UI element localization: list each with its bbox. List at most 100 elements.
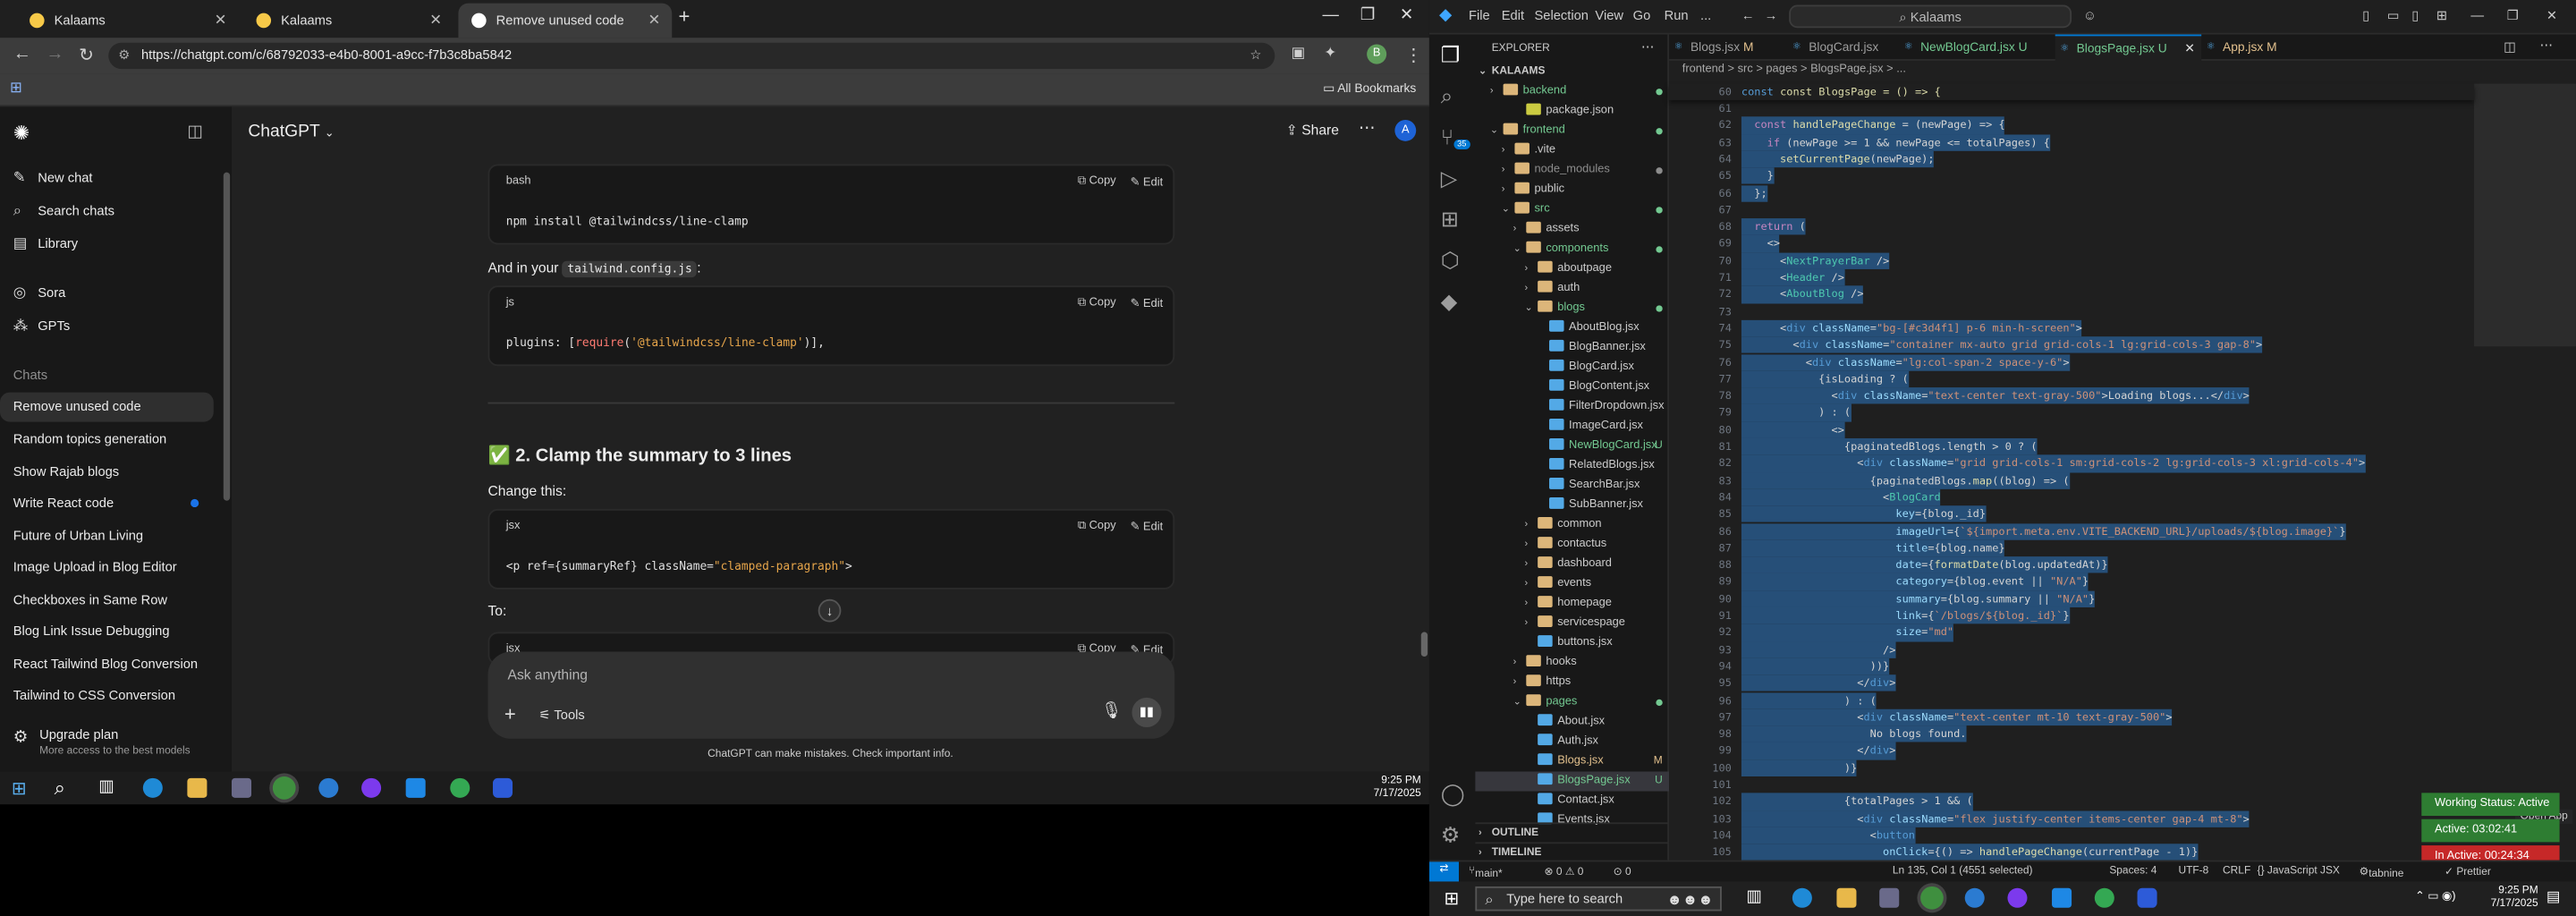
forward-icon[interactable]: → (46, 45, 64, 64)
tree-file[interactable]: RelatedBlogs.jsx (1475, 456, 1669, 476)
maximize-icon[interactable]: ❐ (1360, 6, 1375, 24)
app-icon[interactable] (318, 777, 339, 798)
tree-file[interactable]: Blogs.jsx M (1475, 751, 1669, 771)
user-avatar[interactable]: A (1394, 119, 1417, 141)
extensions-icon[interactable]: ⊞ (1441, 207, 1459, 233)
site-info-icon[interactable]: ⚙ (118, 43, 130, 69)
file-explorer-icon[interactable] (187, 777, 208, 798)
tree-folder[interactable]: › events (1475, 574, 1669, 594)
outline-section[interactable]: › OUTLINE (1475, 822, 1670, 842)
sidebar-item-library[interactable]: ▤ Library (13, 234, 78, 252)
toggle-sidebar-icon[interactable]: ◫ (187, 123, 202, 141)
browser-tab[interactable]: Kalaams ✕ (243, 4, 453, 38)
close-tab-icon[interactable]: ✕ (2184, 36, 2195, 62)
chat-item[interactable]: Checkboxes in Same Row (13, 592, 167, 607)
chat-item[interactable]: React Tailwind Blog Conversion (13, 657, 198, 672)
sidebar-item-search-chats[interactable]: ⌕ Search chats (13, 202, 114, 220)
tree-folder[interactable]: › https (1475, 673, 1669, 692)
chat-item[interactable]: Image Upload in Blog Editor (13, 560, 177, 575)
more-options-icon[interactable]: ⋯ (1359, 120, 1375, 138)
edit-button[interactable]: ✎ Edit (1131, 297, 1164, 310)
tree-file[interactable]: package.json (1475, 102, 1669, 122)
tree-file[interactable]: BlogsPage.jsx U (1475, 771, 1670, 792)
notifications-icon[interactable]: ▤ (2546, 888, 2561, 906)
tree-folder[interactable]: › backend (1475, 82, 1669, 102)
profile-avatar-icon[interactable]: B (1367, 44, 1387, 64)
model-selector[interactable]: ChatGPT ⌄ (248, 122, 334, 141)
upgrade-plan[interactable]: ⚙ Upgrade plan More access to the best m… (0, 717, 232, 772)
run-debug-icon[interactable]: ▷ (1441, 165, 1457, 191)
customize-layout-icon[interactable]: ⊞ (2436, 8, 2447, 23)
command-center-search[interactable]: ⌕ Kalaams (1789, 4, 2072, 29)
encoding[interactable]: UTF-8 (2178, 865, 2208, 877)
file-explorer-icon[interactable] (1836, 887, 1857, 908)
problems-indicator[interactable]: ⊗ 0 ⚠ 0 (1544, 865, 1583, 878)
chrome-icon[interactable] (450, 777, 470, 798)
new-tab-icon[interactable]: + (679, 5, 691, 29)
scroll-down-icon[interactable]: ↓ (818, 598, 842, 623)
main-scrollbar[interactable] (1420, 632, 1428, 657)
active-timer-pill[interactable]: Active: 03:02:41 (2421, 818, 2560, 843)
settings-gear-icon[interactable]: ⚙ (1441, 822, 1460, 848)
copy-button[interactable]: ⧉ Copy (1078, 297, 1116, 310)
tree-folder[interactable]: ⌄ blogs (1475, 299, 1669, 318)
tree-file[interactable]: NewBlogCard.jsx U (1475, 437, 1669, 456)
chat-item[interactable]: Future of Urban Living (13, 529, 143, 544)
extension-icon[interactable]: ▣ (1292, 45, 1306, 63)
close-tab-icon[interactable]: ✕ (215, 12, 227, 30)
back-icon[interactable]: ← (1741, 8, 1755, 23)
tree-file[interactable]: buttons.jsx (1475, 633, 1669, 653)
edit-button[interactable]: ✎ Edit (1131, 521, 1164, 534)
sidebar-item-gpts[interactable]: ⁂ GPTs (13, 317, 70, 335)
tabnine-indicator[interactable]: ⚙ tabnine (2360, 865, 2404, 880)
browser-tab[interactable]: Kalaams ✕ (16, 4, 238, 38)
more-actions-icon[interactable]: ⋯ (1641, 39, 1655, 55)
browser-tab-active[interactable]: Remove unused code ✕ (458, 3, 673, 38)
tree-folder[interactable]: ⌄ frontend (1475, 122, 1669, 141)
copy-button[interactable]: ⧉ Copy (1078, 521, 1116, 534)
tree-file[interactable]: Contact.jsx (1475, 792, 1669, 811)
tools-button[interactable]: ⚟ Tools (538, 708, 584, 723)
vscode-icon[interactable] (2052, 887, 2072, 908)
chat-item[interactable]: Blog Link Issue Debugging (13, 623, 170, 639)
chrome-icon[interactable] (2094, 887, 2114, 908)
tree-folder[interactable]: › hooks (1475, 653, 1669, 673)
remote-icon[interactable]: ⬡ (1441, 248, 1460, 274)
tree-folder[interactable]: ⌄ components (1475, 240, 1669, 259)
layout-panel-icon[interactable]: ▭ (2387, 8, 2400, 23)
openai-logo-icon[interactable]: ✺ (13, 122, 30, 145)
tree-folder[interactable]: ⌄ pages (1475, 692, 1669, 712)
more-actions-icon[interactable]: ⋯ (2540, 38, 2554, 53)
explorer-icon[interactable]: ❐ (1441, 43, 1460, 69)
task-view-icon[interactable]: ▥ (98, 778, 114, 796)
tree-folder[interactable]: ⌄ src (1475, 200, 1669, 220)
mongodb-icon[interactable]: ◆ (1441, 289, 1457, 315)
menu-selection[interactable]: Selection (1534, 8, 1588, 23)
clock[interactable]: 9:25 PM 7/17/2025 (1314, 775, 1421, 801)
browser-menu-icon[interactable]: ⋮ (1404, 45, 1422, 65)
taskbar-search-box[interactable]: ⌕ Type here to search ☻☻☻ (1475, 886, 1722, 912)
chat-item[interactable]: Random topics generation (13, 432, 167, 447)
tree-folder[interactable]: › public (1475, 181, 1669, 200)
branch-indicator[interactable]: ⑂ main* (1469, 865, 1503, 880)
tree-file[interactable]: Auth.jsx (1475, 732, 1669, 751)
tree-folder[interactable]: › aboutpage (1475, 259, 1669, 279)
layout-sidebar-icon[interactable]: ▯ (2362, 8, 2369, 23)
back-icon[interactable]: ← (13, 45, 31, 64)
close-tab-icon[interactable]: ✕ (648, 12, 660, 30)
working-status-pill[interactable]: Working Status: Active (2421, 793, 2560, 817)
sidebar-scrollbar[interactable] (223, 172, 231, 501)
tree-folder[interactable]: › common (1475, 515, 1669, 535)
zoom-icon[interactable] (2137, 887, 2157, 908)
close-tab-icon[interactable]: ✕ (429, 12, 442, 30)
editor-tab[interactable]: ⚛ App.jsx M (2201, 35, 2300, 61)
windows-start-icon[interactable]: ⊞ (12, 778, 27, 800)
chat-item-active[interactable]: Remove unused code (0, 392, 214, 422)
language-mode[interactable]: {} JavaScript JSX (2258, 865, 2340, 877)
editor-tab[interactable]: ⚛ NewBlogCard.jsx U (1899, 35, 2055, 61)
sidebar-item-sora[interactable]: ◎ Sora (13, 284, 66, 301)
reload-icon[interactable]: ↻ (79, 45, 94, 65)
menu-view[interactable]: View (1595, 8, 1623, 23)
tree-file[interactable]: BlogCard.jsx (1475, 358, 1669, 377)
attach-plus-icon[interactable]: + (504, 702, 516, 725)
